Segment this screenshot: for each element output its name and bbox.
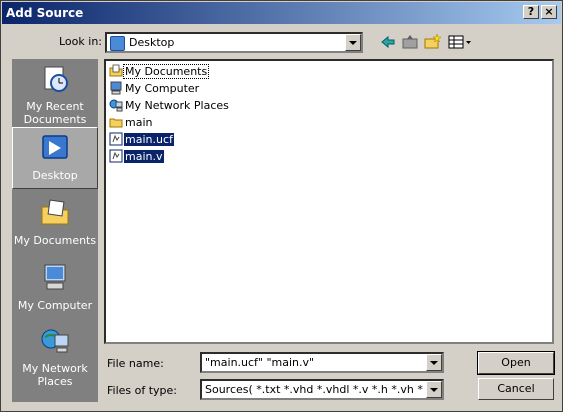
file-icon — [109, 149, 123, 163]
place-label: My Documents — [13, 234, 97, 247]
new-folder-icon[interactable] — [423, 33, 441, 51]
chevron-down-icon — [430, 387, 438, 392]
help-button[interactable]: ? — [523, 5, 539, 19]
file-icon — [109, 132, 123, 146]
look-in-label: Look in: — [59, 35, 102, 48]
file-name-field[interactable]: "main.ucf" "main.v" — [200, 352, 444, 373]
place-my-documents[interactable]: My Documents — [12, 197, 98, 257]
file-name: My Documents — [122, 63, 210, 79]
chevron-down-icon — [430, 360, 438, 365]
list-item[interactable]: main — [109, 114, 153, 130]
view-menu-icon[interactable] — [447, 33, 473, 51]
file-name: My Computer — [125, 81, 200, 95]
cancel-button[interactable]: Cancel — [478, 378, 554, 400]
place-desktop[interactable]: Desktop — [12, 127, 98, 189]
place-recent-documents[interactable]: My Recent Documents — [12, 63, 98, 127]
look-in-dropdown-button[interactable] — [345, 34, 361, 51]
file-list[interactable]: My Documents My Computer My Network Plac… — [104, 59, 554, 344]
computer-icon — [110, 81, 122, 95]
file-type-select[interactable]: Sources( *.txt *.vhd *.vhdl *.v *.h *.vh… — [200, 379, 444, 400]
place-my-computer[interactable]: My Computer — [12, 262, 98, 322]
folder-icon — [109, 118, 123, 128]
look-in-value: Desktop — [129, 36, 175, 49]
place-label: Desktop — [32, 169, 78, 182]
place-label: My Computer — [17, 299, 93, 312]
list-item[interactable]: My Documents — [109, 63, 210, 79]
title-bar: Add Source ? × — [2, 2, 561, 24]
file-name: main.v — [124, 149, 164, 163]
desktop-small-icon — [110, 36, 125, 51]
file-type-value: Sources( *.txt *.vhd *.vhdl *.v *.h *.vh… — [205, 383, 424, 396]
file-name-label: File name: — [107, 357, 164, 370]
list-item[interactable]: My Computer — [109, 80, 200, 96]
close-button[interactable]: × — [541, 5, 557, 19]
open-button[interactable]: Open — [477, 351, 555, 375]
places-bar: My Recent Documents Desktop My Documents… — [12, 59, 98, 402]
back-icon[interactable] — [379, 33, 397, 51]
file-name: main.ucf — [124, 132, 174, 146]
place-label: My Recent Documents — [23, 100, 87, 126]
window-title: Add Source — [6, 6, 84, 20]
list-item[interactable]: main.v — [109, 148, 164, 164]
documents-folder-icon — [109, 64, 123, 77]
network-places-icon — [41, 329, 69, 353]
file-name: main — [125, 115, 153, 129]
look-in-combo[interactable]: Desktop — [105, 32, 363, 53]
file-type-label: Files of type: — [107, 384, 178, 397]
recent-documents-icon — [44, 66, 68, 92]
file-name-dropdown-button[interactable] — [426, 354, 442, 371]
my-computer-icon — [44, 264, 66, 290]
place-network-places[interactable]: My Network Places — [12, 325, 98, 397]
file-name: My Network Places — [125, 98, 229, 112]
list-item[interactable]: main.ucf — [109, 131, 174, 147]
chevron-down-icon — [349, 40, 357, 45]
file-name-value: "main.ucf" "main.v" — [205, 356, 315, 369]
desktop-icon — [42, 135, 68, 159]
up-folder-icon[interactable] — [401, 33, 419, 51]
file-type-dropdown-button[interactable] — [426, 381, 442, 398]
add-source-dialog: Add Source ? × Look in: Desktop My Recen… — [0, 0, 563, 412]
network-icon — [109, 99, 123, 112]
place-label: My Network Places — [22, 362, 88, 388]
my-documents-icon — [41, 199, 69, 225]
list-item[interactable]: My Network Places — [109, 97, 230, 113]
